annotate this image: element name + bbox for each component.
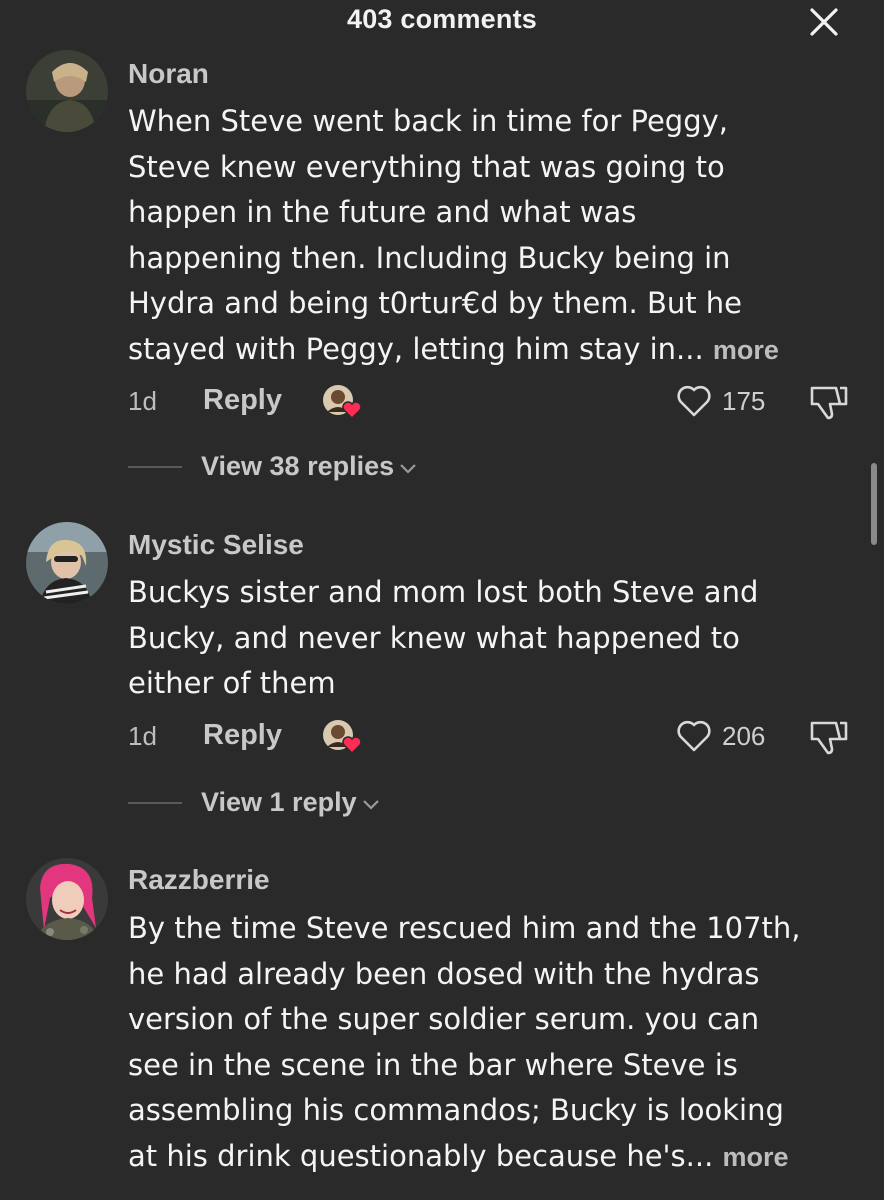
comment-time: 1d bbox=[128, 386, 157, 416]
user-avatar-image bbox=[26, 522, 108, 604]
scrollbar[interactable] bbox=[871, 463, 877, 545]
close-button[interactable] bbox=[806, 4, 842, 40]
avatar[interactable] bbox=[26, 50, 108, 132]
comment-text: By the time Steve rescued him and the 10… bbox=[128, 906, 858, 1180]
comment-username[interactable]: Noran bbox=[128, 58, 209, 90]
dislike-icon bbox=[810, 721, 848, 755]
comment-text-tail: at his drink questionably because he's..… bbox=[128, 1138, 714, 1173]
creator-liked-badge bbox=[320, 717, 370, 757]
creator-liked-badge bbox=[320, 382, 370, 422]
like-count: 206 bbox=[722, 721, 766, 751]
creator-liked-heart-icon bbox=[323, 385, 362, 420]
comment-text-line: at his drink questionably because he's..… bbox=[128, 1134, 858, 1181]
view-replies-label: View 1 reply bbox=[201, 787, 357, 817]
close-icon bbox=[810, 8, 838, 36]
comment-text-line: happening then. Including Bucky being in bbox=[128, 240, 731, 275]
dislike-icon bbox=[810, 386, 848, 420]
dislike-button[interactable] bbox=[806, 382, 850, 422]
comment-text-line: he had already been dosed with the hydra… bbox=[128, 956, 760, 991]
heart-outline-icon bbox=[677, 720, 711, 752]
view-replies-button[interactable]: View 38 replies bbox=[201, 451, 418, 482]
avatar[interactable] bbox=[26, 522, 108, 604]
view-replies-label: View 38 replies bbox=[201, 451, 395, 481]
like-button[interactable]: 206 bbox=[676, 717, 776, 757]
chevron-down-icon bbox=[362, 800, 379, 810]
comment-text-line: happen in the future and what was bbox=[128, 195, 637, 229]
like-button[interactable]: 175 bbox=[676, 382, 776, 422]
comment-text-line: see in the scene in the bar where Steve … bbox=[128, 1047, 738, 1082]
chevron-down-icon bbox=[400, 464, 416, 474]
comments-sheet: Noran When Steve went back in time for P… bbox=[0, 0, 884, 1200]
view-replies: View 38 replies bbox=[0, 447, 884, 487]
comment-text-line: Buckys sister and mom lost both Steve an… bbox=[128, 575, 759, 609]
page-title: 403 comments bbox=[347, 4, 537, 34]
user-avatar-image bbox=[26, 858, 108, 940]
comment-text-line: stayed with Peggy, letting him stay in..… bbox=[128, 327, 858, 374]
view-replies-button[interactable]: View 1 reply bbox=[201, 787, 381, 818]
comment-text-line: Hydra and being t0rtur€d by them. But he bbox=[128, 286, 743, 320]
creator-liked-heart-icon bbox=[323, 720, 362, 755]
comment-text-tail: stayed with Peggy, letting him stay in..… bbox=[128, 331, 704, 366]
user-avatar-image bbox=[26, 50, 108, 132]
comment-username[interactable]: Mystic Selise bbox=[128, 529, 304, 561]
comment-text-line: version of the super soldier serum. you … bbox=[128, 1002, 760, 1036]
comment-actions: 1d Reply 206 bbox=[0, 717, 884, 757]
comments-header: 403 comments bbox=[0, 0, 884, 44]
comment-username[interactable]: Razzberrie bbox=[128, 864, 270, 896]
heart-outline-icon bbox=[677, 385, 711, 417]
view-replies: View 1 reply bbox=[0, 783, 884, 823]
comment-text-line: Bucky, and never knew what happened to bbox=[128, 620, 740, 655]
divider bbox=[128, 466, 182, 468]
comment-text-line: Steve knew everything that was going to bbox=[128, 149, 725, 184]
comment-text: Buckys sister and mom lost both Steve an… bbox=[128, 570, 858, 707]
comment-text-line: When Steve went back in time for Peggy, bbox=[128, 104, 728, 138]
divider bbox=[128, 802, 182, 804]
reply-button[interactable]: Reply bbox=[203, 384, 282, 417]
comment-text: When Steve went back in time for Peggy, … bbox=[128, 99, 858, 373]
comment-list[interactable]: Noran When Steve went back in time for P… bbox=[0, 0, 884, 1200]
comment-time: 1d bbox=[128, 721, 157, 751]
comment-text-line: By the time Steve rescued him and the 10… bbox=[128, 911, 801, 945]
comment-actions: 1d Reply 175 bbox=[0, 382, 884, 422]
comment-text-line: assembling his commandos; Bucky is looki… bbox=[128, 1093, 784, 1127]
more-link[interactable]: more bbox=[713, 335, 779, 365]
dislike-button[interactable] bbox=[806, 717, 850, 757]
like-count: 175 bbox=[722, 386, 766, 416]
avatar[interactable] bbox=[26, 858, 108, 940]
comment-text-line: either of them bbox=[128, 666, 336, 700]
reply-button[interactable]: Reply bbox=[203, 719, 282, 752]
more-link[interactable]: more bbox=[723, 1142, 789, 1172]
